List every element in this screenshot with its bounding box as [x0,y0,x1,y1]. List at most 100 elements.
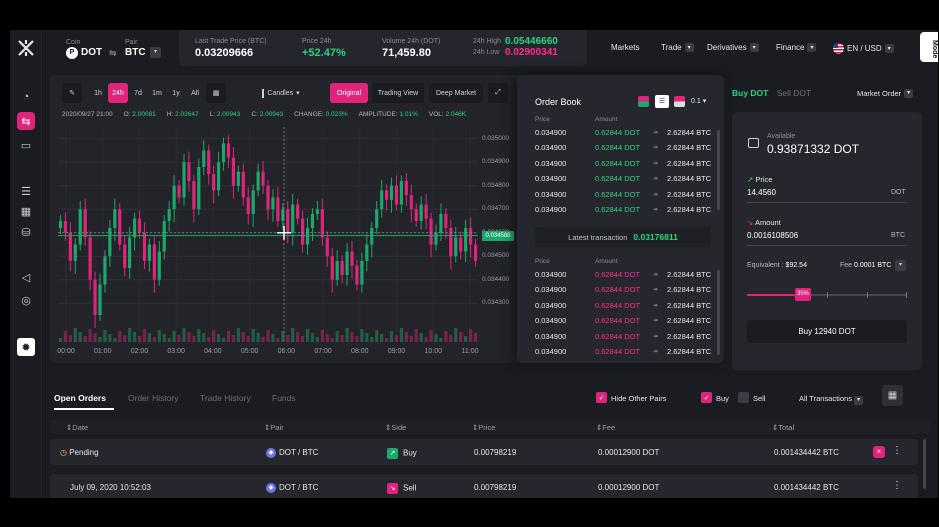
calendar-icon[interactable]: ▦ [17,202,35,220]
settings-icon[interactable]: ✹ [17,338,35,356]
ob-view-list-icon[interactable]: ☰ [655,95,669,108]
candle[interactable] [424,204,428,219]
app-logo-icon[interactable] [16,38,36,58]
tf-7d[interactable]: 7d [130,83,146,103]
candle[interactable] [83,209,87,238]
megaphone-icon[interactable]: ◁ [17,268,35,286]
fullscreen-icon[interactable]: ⤢ [488,83,508,103]
col-price[interactable]: ⇕Price [472,423,495,432]
nav-markets[interactable]: Markets [611,43,639,52]
col-date[interactable]: ⇕Date [66,423,88,432]
candle[interactable] [365,244,369,261]
pair-chevron-icon[interactable]: ▾ [150,47,161,58]
candle[interactable] [251,190,255,214]
candle[interactable] [291,204,295,233]
candle[interactable] [63,221,67,233]
candlestick-chart[interactable] [58,127,478,342]
bids-scrollbar[interactable] [717,270,720,355]
swap-icon[interactable]: ⇋ [109,48,117,59]
candle[interactable] [394,185,399,205]
coin-value[interactable]: DOT [81,47,102,58]
ask-row[interactable]: 0.034900 0.62844 DOT ⇸ 2.62844 BTC [535,142,715,154]
wallet-icon[interactable]: ▭ [17,136,35,154]
candle[interactable] [128,237,132,268]
candle[interactable] [305,228,310,245]
candle[interactable] [162,221,166,252]
nav-derivatives[interactable]: Derivatives ▾ [707,43,759,52]
candle[interactable] [137,218,142,233]
candle[interactable] [78,209,82,245]
nav-finance[interactable]: Finance ▾ [776,43,817,52]
candle[interactable] [172,185,176,210]
candle[interactable] [409,195,413,210]
candle[interactable] [226,143,231,158]
candle[interactable] [108,228,112,257]
candle[interactable] [330,256,334,280]
language-selector[interactable]: EN / USD ▾ [833,43,894,54]
dashboard-icon[interactable]: ◔ [17,88,35,106]
candle[interactable] [58,221,63,229]
candle[interactable] [315,209,319,214]
candle[interactable] [152,244,156,280]
tf-24h[interactable]: 24h [108,83,128,103]
tf-all[interactable]: All [186,83,204,103]
orders-scrollbar[interactable] [923,439,926,489]
ask-row[interactable]: 0.034900 0.62844 DOT ⇸ 2.62844 BTC [535,173,715,185]
table-row[interactable]: ◷ Pending ◆ DOT / BTC ↗ Buy 0.00798219 0.0… [50,439,918,465]
coins-icon[interactable]: ⛁ [17,223,35,241]
candle[interactable] [464,228,468,252]
candle[interactable] [147,244,151,261]
tf-1m[interactable]: 1m [149,83,165,103]
candle[interactable] [98,284,102,315]
transactions-select[interactable]: All Transactions ▾ [799,394,864,405]
candle[interactable] [93,279,97,315]
candle[interactable] [207,150,211,175]
price-input[interactable]: 14.4560 [747,188,776,197]
chart-type-select[interactable]: Candles ▾ [256,83,306,103]
table-row[interactable]: July 09, 2020 10:52:03 ◆ DOT / BTC ↘ Sell … [50,474,918,498]
col-side[interactable]: ⇕Side [385,423,406,432]
candle[interactable] [113,209,117,229]
view-trading-view[interactable]: Trading View [372,83,424,103]
candle[interactable] [246,197,250,214]
buy-tab[interactable]: Buy DOT [732,88,768,98]
hide-other-pairs-checkbox[interactable]: ✓ [596,392,607,403]
candle[interactable] [335,260,339,280]
precision-select[interactable]: 0.1 ▾ [691,97,706,105]
amount-slider[interactable]: 35% [747,288,907,301]
candle[interactable] [459,237,463,252]
tab-order-history[interactable]: Order History [128,393,179,403]
candle[interactable] [404,181,408,196]
ask-row[interactable]: 0.034900 0.62844 DOT ⇸ 2.62844 BTC [535,157,715,169]
candle[interactable] [73,244,77,261]
candle[interactable] [142,232,147,261]
candle[interactable] [355,265,359,285]
candle[interactable] [68,232,72,261]
candle[interactable] [414,209,418,221]
candle[interactable] [399,181,403,205]
ob-view-both-icon[interactable] [638,96,649,107]
buy-button[interactable]: Buy 12940 DOT [747,320,907,343]
candle[interactable] [473,244,478,261]
candle[interactable] [434,232,438,245]
candle[interactable] [256,171,260,191]
candle[interactable] [350,251,354,266]
candle[interactable] [439,213,443,233]
candle[interactable] [182,162,186,198]
candle[interactable] [296,204,300,219]
candle[interactable] [88,237,92,280]
candle[interactable] [202,150,206,167]
candle[interactable] [301,218,305,245]
candle[interactable] [385,190,389,200]
candle[interactable] [375,209,379,229]
amount-input[interactable]: 0.0016108506 [747,231,798,240]
bid-row[interactable]: 0.034900 0.62844 DOT ⇸ 2.62844 BTC [535,284,715,296]
candle[interactable] [192,181,196,210]
candle[interactable] [123,244,127,269]
candle[interactable] [444,213,448,229]
candle[interactable] [197,166,201,210]
bid-row[interactable]: 0.034900 0.62844 DOT ⇸ 2.62844 BTC [535,330,715,342]
more-options-icon[interactable]: ⋮ [892,445,902,456]
calendar-icon[interactable]: ▦ [882,385,903,406]
candle[interactable] [276,197,280,222]
